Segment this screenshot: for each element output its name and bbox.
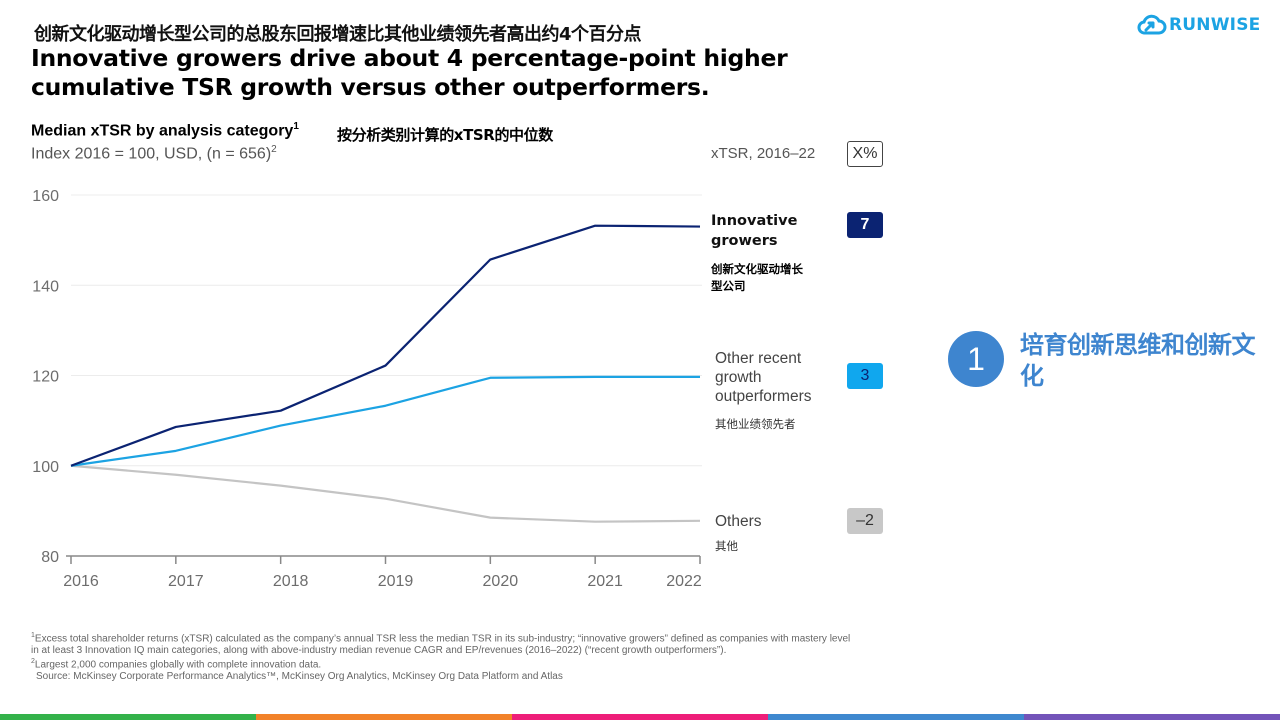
legend-label-others: Others (715, 513, 762, 530)
y-tick-label: 100 (32, 459, 59, 476)
footnotes: 1Excess total shareholder returns (xTSR)… (31, 630, 851, 683)
legend-label-other-outperformers-zh: 其他业绩领先者 (715, 417, 796, 431)
legend-label-innovative-growers: Innovative growers (711, 213, 798, 249)
x-tick-label: 2018 (273, 573, 309, 590)
callout-number-circle: 1 (948, 331, 1004, 387)
chart-subtitle-zh: 按分析类别计算的xTSR的中位数 (337, 126, 553, 144)
index-note-text: Index 2016 = 100, USD, (n = 656) (31, 145, 272, 163)
legend-heading-badge: X% (847, 141, 883, 167)
cloud-arrow-icon (1137, 14, 1167, 35)
series-line-other-recent-growth-outperformers (70, 375, 700, 467)
value-badge-other-outperformers: 3 (847, 363, 883, 389)
bottom-bar-segment (512, 714, 768, 720)
x-tick-label: 2016 (63, 573, 99, 590)
x-tick-label: 2022 (666, 573, 702, 590)
legend-heading: xTSR, 2016–22 (711, 145, 816, 162)
bottom-bar-segment (768, 714, 1024, 720)
footnote-1-text: Excess total shareholder returns (xTSR) … (31, 633, 851, 656)
value-badge-innovative-growers: 7 (847, 212, 883, 238)
x-tick-label: 2020 (483, 573, 519, 590)
logo-text: RUNWISE (1169, 15, 1261, 35)
footnote-ref-2: 2 (271, 144, 277, 155)
series-line-innovative-growers (70, 224, 701, 467)
x-tick-label: 2017 (168, 573, 204, 590)
y-tick-label: 120 (32, 369, 59, 386)
footnote-1: 1Excess total shareholder returns (xTSR)… (31, 630, 851, 656)
index-note: Index 2016 = 100, USD, (n = 656)2 (31, 144, 277, 163)
x-tick-label: 2021 (587, 573, 623, 590)
y-tick-label: 140 (32, 278, 59, 295)
chart-subtitle: Median xTSR by analysis category1 (31, 121, 299, 140)
legend-label-innovative-growers-zh: 创新文化驱动增长型公司 (711, 262, 803, 293)
runwise-logo: RUNWISE (1137, 12, 1260, 38)
bottom-bar-segment (1024, 714, 1280, 720)
line-chart: 80 100 120 140 160 2016 2017 2018 2019 2020 2021 20… (32, 188, 702, 590)
bottom-bar-segment (256, 714, 512, 720)
series-line-others (70, 464, 701, 523)
y-tick-label: 80 (41, 549, 59, 566)
chart-subtitle-text: Median xTSR by analysis category (31, 122, 294, 140)
callout-text: 培育创新思维和创新文化 (1020, 331, 1256, 390)
source-note: Source: McKinsey Corporate Performance A… (36, 671, 563, 683)
bottom-bar-segment (0, 714, 256, 720)
footnote-2: 2Largest 2,000 companies globally with c… (31, 656, 851, 671)
english-title: Innovative growers drive about 4 percent… (31, 44, 788, 101)
footnote-ref-1: 1 (293, 121, 299, 132)
footnote-2-text: Largest 2,000 companies globally with co… (34, 659, 322, 671)
x-tick-label: 2019 (378, 573, 414, 590)
legend-label-other-outperformers: Other recent growth outperformers (715, 350, 812, 405)
y-tick-label: 160 (32, 188, 59, 205)
value-badge-others: –2 (847, 508, 883, 534)
bottom-color-bar (0, 714, 1280, 720)
chinese-title: 创新文化驱动增长型公司的总股东回报增速比其他业绩领先者高出约4个百分点 (34, 24, 642, 45)
